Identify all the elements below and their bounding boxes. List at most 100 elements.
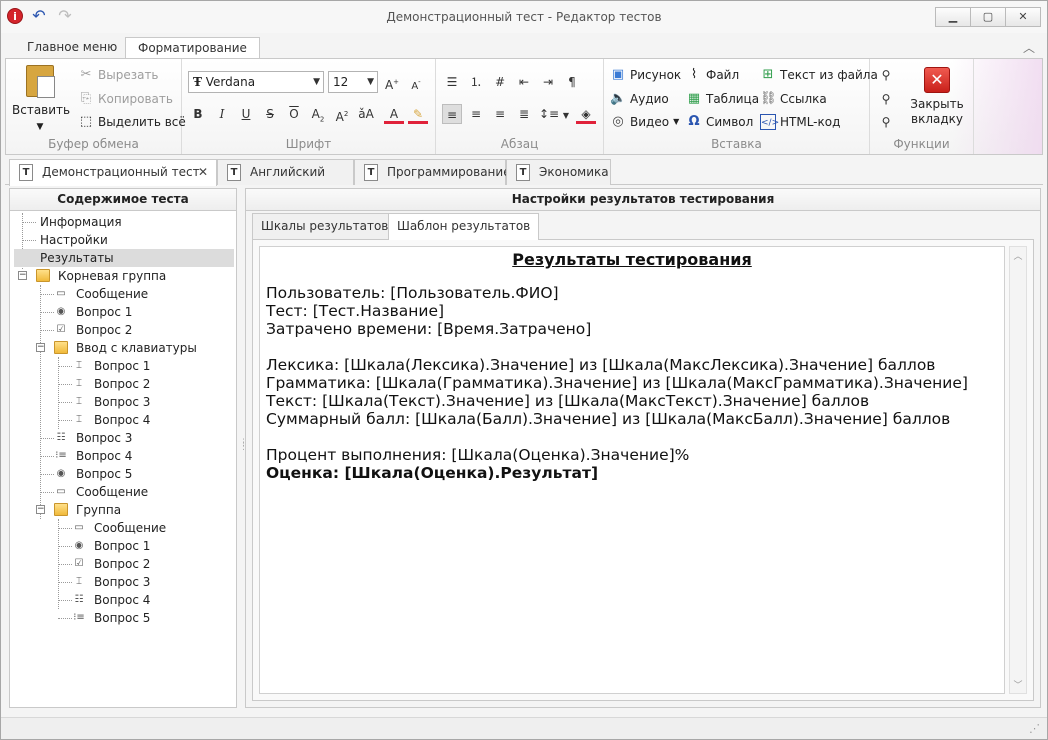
font-size-select[interactable]: 12 ▼ [328, 71, 378, 93]
binoculars-icon[interactable]: ⚲ [876, 65, 896, 85]
tree-item-info[interactable]: Информация [40, 213, 122, 231]
tree-item-question[interactable]: Вопрос 4 [94, 591, 150, 609]
tab-result-template[interactable]: Шаблон результатов [388, 213, 540, 240]
tree-item-settings[interactable]: Настройки [40, 231, 108, 249]
tree-item-question[interactable]: Вопрос 5 [94, 609, 150, 627]
line-spacing-icon[interactable]: ↕≡ ▼ [538, 104, 570, 124]
increase-indent-icon[interactable]: ⇥ [538, 72, 558, 92]
align-justify-icon[interactable]: ≣ [514, 104, 534, 124]
font-color-button[interactable]: A [384, 104, 404, 124]
matching-question-icon: ☷ [56, 432, 66, 443]
tree-item-question[interactable]: Вопрос 2 [94, 555, 150, 573]
tree-item-keyboard-input-group[interactable]: Ввод с клавиатуры [76, 339, 197, 357]
insert-table-button[interactable]: ▦ Таблица [686, 89, 759, 109]
insert-link-button[interactable]: ⛓ Ссылка [760, 89, 827, 109]
align-right-icon[interactable]: ≡ [490, 104, 510, 124]
doc-tab-economics[interactable]: T Экономика [506, 159, 611, 185]
tab-formatting[interactable]: Форматирование [125, 37, 260, 60]
insert-symbol-button[interactable]: Ω Символ [686, 112, 753, 132]
doc-tab-demo[interactable]: T Демонстрационный тест ✕ [9, 159, 217, 186]
tree-item-question[interactable]: Вопрос 5 [76, 465, 132, 483]
collapse-icon[interactable]: − [36, 505, 45, 514]
italic-button[interactable]: I [212, 104, 232, 124]
tree-item-question[interactable]: Вопрос 2 [76, 321, 132, 339]
tab-result-scales[interactable]: Шкалы результатов [252, 213, 398, 239]
underline-button[interactable]: U [236, 104, 256, 124]
chevron-down-icon: ▼ [367, 77, 374, 87]
panel-splitter[interactable]: ⋮ ⋮ [239, 439, 248, 455]
overline-button[interactable]: O [284, 104, 304, 124]
insert-html-button[interactable]: </> HTML-код [760, 112, 840, 132]
tree-item-question[interactable]: Вопрос 4 [76, 447, 132, 465]
cut-button[interactable]: ✂ Вырезать [78, 65, 159, 85]
message-icon: ▭ [74, 522, 84, 533]
resize-grip-icon[interactable]: ⋰ [1029, 723, 1041, 735]
numbered-list-icon[interactable]: ⒈ [466, 72, 486, 92]
tab-main-menu[interactable]: Главное меню [15, 37, 129, 59]
template-line: Лексика: [Шкала(Лексика).Значение] из [Ш… [266, 356, 936, 374]
insert-file-button[interactable]: ⌇ Файл [686, 65, 739, 85]
text-file-icon: ⊞ [762, 67, 774, 82]
tree-item-question[interactable]: Вопрос 3 [94, 573, 150, 591]
minimize-button[interactable]: ▁ [935, 7, 971, 27]
maximize-button[interactable]: ▢ [970, 7, 1006, 27]
tree-item-group[interactable]: Группа [76, 501, 121, 519]
copy-button[interactable]: ⎘ Копировать [78, 89, 173, 109]
tree-item-message[interactable]: Сообщение [76, 483, 148, 501]
ordering-question-icon: ⁝≡ [55, 450, 67, 461]
paperclip-icon: ⌇ [690, 67, 698, 82]
close-tab-icon[interactable]: ✕ [198, 160, 208, 184]
folder-icon [36, 269, 50, 282]
shrink-font-button[interactable]: A- [406, 72, 426, 92]
bold-button[interactable]: B [188, 104, 208, 124]
tree-item-message[interactable]: Сообщение [94, 519, 166, 537]
template-title: Результаты тестирования [512, 250, 752, 269]
highlight-color-icon[interactable]: ✎ [408, 104, 428, 124]
insert-picture-button[interactable]: ▣ Рисунок [610, 65, 681, 85]
tree-item-question[interactable]: Вопрос 3 [76, 429, 132, 447]
align-center-icon[interactable]: ≡ [466, 104, 486, 124]
insert-text-from-file-button[interactable]: ⊞ Текст из файла [760, 65, 878, 85]
insert-video-button[interactable]: ◎ Видео ▼ [610, 112, 679, 132]
tree-item-question[interactable]: Вопрос 1 [94, 357, 150, 375]
template-line: Затрачено времени: [Время.Затрачено] [266, 320, 592, 338]
hash-icon[interactable]: # [490, 72, 510, 92]
tree-item-results[interactable]: Результаты [14, 249, 234, 267]
close-window-button[interactable]: ✕ [1005, 7, 1041, 27]
tree-item-message[interactable]: Сообщение [76, 285, 148, 303]
select-all-button[interactable]: ⬚ Выделить всё [78, 112, 186, 132]
change-case-button[interactable]: ǎA [356, 104, 376, 124]
doc-tab-programming[interactable]: T Программирование [354, 159, 511, 185]
fill-color-icon[interactable]: ◈ [576, 104, 596, 124]
scroll-up-icon[interactable]: ︿ [1010, 249, 1026, 262]
decrease-indent-icon[interactable]: ⇤ [514, 72, 534, 92]
tree-item-question[interactable]: Вопрос 4 [94, 411, 150, 429]
font-family-select[interactable]: Ŧ Verdana ▼ [188, 71, 324, 93]
tree-item-question[interactable]: Вопрос 1 [76, 303, 132, 321]
speaker-icon: 🔈 [610, 91, 627, 106]
grow-font-button[interactable]: A+ [382, 72, 402, 92]
replace-icon[interactable]: ⚲ [876, 112, 896, 132]
editor-scrollbar[interactable]: ︿ ﹀ [1009, 246, 1027, 694]
tree-item-root-group[interactable]: Корневая группа [58, 267, 166, 285]
collapse-ribbon-icon[interactable]: ︿ [1023, 39, 1035, 56]
insert-audio-button[interactable]: 🔈 Аудио [610, 89, 669, 109]
strikethrough-button[interactable]: S [260, 104, 280, 124]
collapse-icon[interactable]: − [36, 343, 45, 352]
close-tab-button[interactable]: ✕ Закрыть вкладку [906, 67, 968, 127]
pilcrow-icon[interactable]: ¶ [562, 72, 582, 92]
tree-item-question[interactable]: Вопрос 3 [94, 393, 150, 411]
find-next-icon[interactable]: ⚲ [876, 89, 896, 109]
collapse-icon[interactable]: − [18, 271, 27, 280]
align-left-icon[interactable]: ≡ [442, 104, 462, 124]
template-editor[interactable]: Результаты тестирования Пользователь: [П… [259, 246, 1005, 694]
paste-button[interactable]: Вставить ▼ [12, 65, 70, 135]
font-type-icon: Ŧ [193, 75, 202, 89]
tree-item-question[interactable]: Вопрос 1 [94, 537, 150, 555]
scroll-down-icon[interactable]: ﹀ [1010, 678, 1026, 691]
bullet-list-icon[interactable]: ☰ [442, 72, 462, 92]
doc-tab-english[interactable]: TАнглийский язык [217, 159, 354, 203]
subscript-button[interactable]: A2 [308, 104, 328, 124]
tree-item-question[interactable]: Вопрос 2 [94, 375, 150, 393]
superscript-button[interactable]: A2 [332, 104, 352, 124]
